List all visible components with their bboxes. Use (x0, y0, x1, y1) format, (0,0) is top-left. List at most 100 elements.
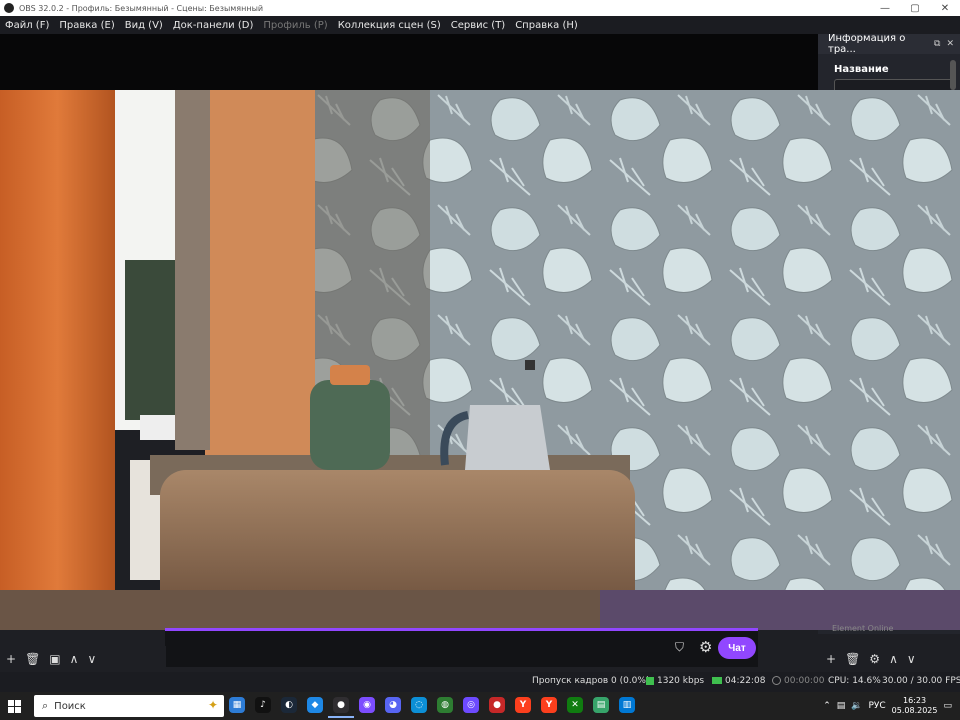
file-explorer-icon: ▦ (229, 697, 245, 713)
move-scene-up-icon[interactable]: ∧ (70, 652, 79, 666)
webcam-image (0, 90, 960, 630)
rec-time: 00:00:00 (784, 676, 825, 686)
tiktok-taskbar-button[interactable]: ♪ (250, 694, 276, 716)
xbox-icon: ✕ (567, 697, 583, 713)
chat-bar: ⛉ ⚙ Чат (165, 628, 758, 667)
menu-edit[interactable]: Правка (E) (54, 20, 119, 31)
window-controls: — ▢ ✕ (870, 0, 960, 16)
obs-logo-icon (4, 3, 14, 13)
bitrate-value: 1320 kbps (657, 676, 705, 686)
record-icon (772, 676, 781, 685)
rec-indicator: 00:00:00 (772, 676, 824, 686)
preview-area[interactable]: Информация о тра... (0, 34, 818, 125)
start-button[interactable] (0, 692, 28, 720)
record-app-taskbar-button[interactable]: ● (484, 694, 510, 716)
blue-app-taskbar-button[interactable]: ◆ (302, 694, 328, 716)
edge-icon: ◌ (411, 697, 427, 713)
webcam-overlay (0, 90, 960, 630)
menu-profile[interactable]: Профиль (P) (258, 20, 332, 31)
live-indicator: 04:22:08 (712, 676, 765, 686)
taskbar-search[interactable]: ⌕ Поиск ✦ (34, 695, 224, 717)
photos-taskbar-button[interactable]: ▥ (614, 694, 640, 716)
discord-icon: ◕ (385, 697, 401, 713)
scenes-toolbar: + 🗑 ▣ ∧ ∨ (0, 646, 166, 672)
dock-scrollbar[interactable] (950, 60, 956, 90)
notifications-icon[interactable]: ▭ (943, 701, 952, 711)
dock-title: Информация о тра... (828, 33, 906, 55)
search-highlight-icon: ✦ (207, 698, 218, 712)
obs-taskbar-button[interactable]: ● (328, 694, 354, 718)
live-time: 04:22:08 (725, 676, 766, 686)
add-scene-icon[interactable]: + (6, 652, 16, 666)
pinned-apps: ▦ ♪ ◐ ◆ ● ◉ ◕ ◌ ◍ ◎ ● Y Y ✕ ▤ ▥ (224, 694, 640, 718)
dock-float-icon[interactable]: ⧉ (934, 39, 940, 49)
title-field-label: Название (834, 64, 889, 75)
clock[interactable]: 16:23 05.08.2025 (892, 696, 938, 716)
xbox-taskbar-button[interactable]: ✕ (562, 694, 588, 716)
discord-taskbar-button[interactable]: ◕ (380, 694, 406, 716)
close-button[interactable]: ✕ (930, 0, 960, 16)
menu-bar: Файл (F) Правка (E) Вид (V) Док-панели (… (0, 16, 960, 34)
photos-icon: ▥ (619, 697, 635, 713)
remove-scene-icon[interactable]: 🗑 (25, 652, 40, 666)
proton-taskbar-button[interactable]: ◎ (458, 694, 484, 716)
remove-source-icon[interactable]: 🗑 (845, 652, 860, 666)
purple-app-taskbar-button[interactable]: ◉ (354, 694, 380, 716)
windows-logo-icon (7, 699, 21, 713)
blue-app-icon: ◆ (307, 697, 323, 713)
source-hint: Element Online (832, 624, 894, 633)
menu-docks[interactable]: Док-панели (D) (168, 20, 259, 31)
move-scene-down-icon[interactable]: ∨ (87, 652, 96, 666)
source-settings-icon[interactable]: ⚙ (869, 652, 880, 666)
yandex-icon: Y (515, 697, 531, 713)
clock-time: 16:23 (903, 696, 927, 705)
file-explorer-taskbar-button[interactable]: ▦ (224, 694, 250, 716)
move-source-down-icon[interactable]: ∨ (907, 652, 916, 666)
clock-date: 05.08.2025 (891, 706, 938, 715)
live-icon (712, 677, 722, 684)
menu-help[interactable]: Справка (H) (510, 20, 583, 31)
window-title: OBS 32.0.2 - Профиль: Безымянный - Сцены… (19, 3, 264, 13)
menu-file[interactable]: Файл (F) (0, 20, 54, 31)
record-app-icon: ● (489, 697, 505, 713)
proton-icon: ◎ (463, 697, 479, 713)
obs-icon: ● (333, 697, 349, 713)
status-bar: Пропуск кадров 0 (0.0%) 1320 kbps 04:22:… (0, 672, 960, 692)
edge-taskbar-button[interactable]: ◌ (406, 694, 432, 716)
maximize-button[interactable]: ▢ (900, 0, 930, 16)
fps-value: 30.00 / 30.00 FPS (882, 676, 960, 686)
chat-button[interactable]: Чат (718, 637, 756, 659)
menu-view[interactable]: Вид (V) (120, 20, 168, 31)
notes-icon: ▤ (593, 697, 609, 713)
network-icon[interactable]: ▤ (837, 701, 846, 711)
title-bar: OBS 32.0.2 - Профиль: Безымянный - Сцены… (0, 0, 960, 16)
scene-filter-icon[interactable]: ▣ (49, 652, 60, 666)
yandex-browser-taskbar-button[interactable]: Y (536, 694, 562, 716)
system-tray: ⌃ ▤ 🔉 РУС 16:23 05.08.2025 ▭ (823, 692, 960, 720)
search-placeholder: Поиск (54, 700, 86, 712)
steam-taskbar-button[interactable]: ◐ (276, 694, 302, 716)
dock-close-icon[interactable]: ✕ (946, 39, 954, 49)
tiktok-icon: ♪ (255, 697, 271, 713)
move-source-up-icon[interactable]: ∧ (889, 652, 898, 666)
menu-scene-collection[interactable]: Коллекция сцен (S) (333, 20, 446, 31)
dropped-frames: Пропуск кадров 0 (0.0%) (532, 676, 650, 686)
steam-icon: ◐ (281, 697, 297, 713)
menu-tools[interactable]: Сервис (T) (446, 20, 510, 31)
dock-header: Информация о тра... ⧉ ✕ (818, 33, 960, 55)
notes-taskbar-button[interactable]: ▤ (588, 694, 614, 716)
cpu-usage: CPU: 14.6% (828, 676, 881, 686)
gear-icon[interactable]: ⚙ (699, 638, 712, 656)
add-source-icon[interactable]: + (826, 652, 836, 666)
tray-overflow-icon[interactable]: ⌃ (823, 701, 831, 711)
taskbar: ⌕ Поиск ✦ ▦ ♪ ◐ ◆ ● ◉ ◕ ◌ ◍ ◎ ● Y Y ✕ ▤ ▥ ⌃ ▤ 🔉 РУС 16:… (0, 692, 960, 720)
shield-icon[interactable]: ⛉ (675, 640, 684, 655)
yandex-browser-icon: Y (541, 697, 557, 713)
minimize-button[interactable]: — (870, 0, 900, 16)
purple-app-icon: ◉ (359, 697, 375, 713)
browser-taskbar-button[interactable]: ◍ (432, 694, 458, 716)
yandex-taskbar-button[interactable]: Y (510, 694, 536, 716)
signal-icon (646, 676, 654, 685)
volume-icon[interactable]: 🔉 (851, 701, 862, 711)
language-indicator[interactable]: РУС (868, 701, 885, 711)
